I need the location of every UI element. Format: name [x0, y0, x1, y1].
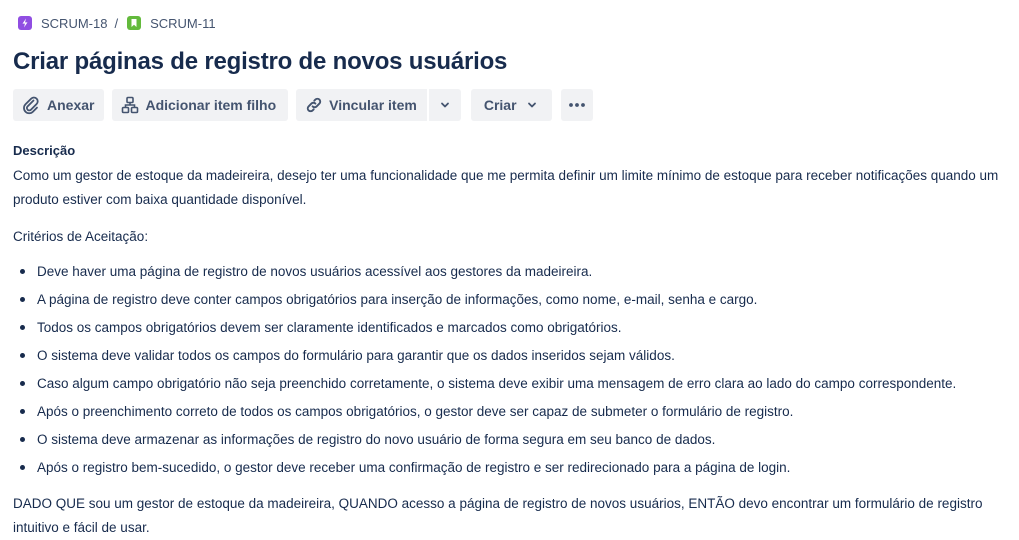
acceptance-criteria-heading[interactable]: Critérios de Aceitação: [13, 225, 148, 249]
list-item[interactable]: Após o preenchimento correto de todos os… [13, 398, 956, 426]
issue-toolbar: Anexar Adicionar item filho Vincular ite… [13, 89, 593, 121]
description-label: Descrição [13, 143, 76, 158]
list-item[interactable]: O sistema deve armazenar as informações … [13, 426, 956, 454]
description-intro[interactable]: Como um gestor de estoque da madeireira,… [13, 164, 1008, 212]
list-item[interactable]: Após o registro bem-sucedido, o gestor d… [13, 454, 956, 482]
link-item-button-label: Vincular item [329, 97, 417, 113]
create-button[interactable]: Criar [470, 89, 552, 121]
list-item[interactable]: Caso algum campo obrigatório não seja pr… [13, 370, 956, 398]
breadcrumb-epic-link[interactable]: SCRUM-18 [18, 16, 107, 31]
chevron-down-icon [526, 99, 538, 111]
breadcrumb: SCRUM-18 / SCRUM-11 [18, 14, 216, 32]
add-child-item-button[interactable]: Adicionar item filho [112, 89, 289, 121]
link-icon [304, 95, 324, 115]
link-item-dropdown-button[interactable] [428, 89, 461, 121]
create-button-label: Criar [483, 97, 517, 113]
link-item-button[interactable]: Vincular item [296, 89, 427, 121]
lightning-icon [18, 16, 32, 30]
breadcrumb-epic-key: SCRUM-18 [41, 15, 108, 31]
hierarchy-icon [120, 95, 140, 115]
list-item[interactable]: Deve haver uma página de registro de nov… [13, 258, 956, 286]
issue-title[interactable]: Criar páginas de registro de novos usuár… [13, 48, 507, 76]
breadcrumb-separator: / [114, 15, 119, 31]
acceptance-criteria-list: Deve haver uma página de registro de nov… [13, 258, 956, 482]
paperclip-icon [21, 95, 41, 115]
attach-button[interactable]: Anexar [13, 89, 105, 121]
list-item[interactable]: O sistema deve validar todos os campos d… [13, 342, 956, 370]
bookmark-icon [127, 16, 142, 30]
attach-button-label: Anexar [47, 97, 95, 113]
breadcrumb-story-key: SCRUM-11 [150, 15, 216, 31]
add-child-item-button-label: Adicionar item filho [145, 97, 277, 113]
list-item[interactable]: A página de registro deve conter campos … [13, 286, 956, 314]
link-item-split-button: Vincular item [296, 89, 461, 121]
given-when-then-paragraph[interactable]: DADO QUE sou um gestor de estoque da mad… [13, 492, 1008, 540]
chevron-down-icon [439, 99, 451, 111]
more-actions-button[interactable] [560, 89, 593, 121]
list-item[interactable]: Todos os campos obrigatórios devem ser c… [13, 314, 956, 342]
breadcrumb-story-link[interactable]: SCRUM-11 [127, 16, 216, 31]
more-horizontal-icon [567, 95, 587, 115]
